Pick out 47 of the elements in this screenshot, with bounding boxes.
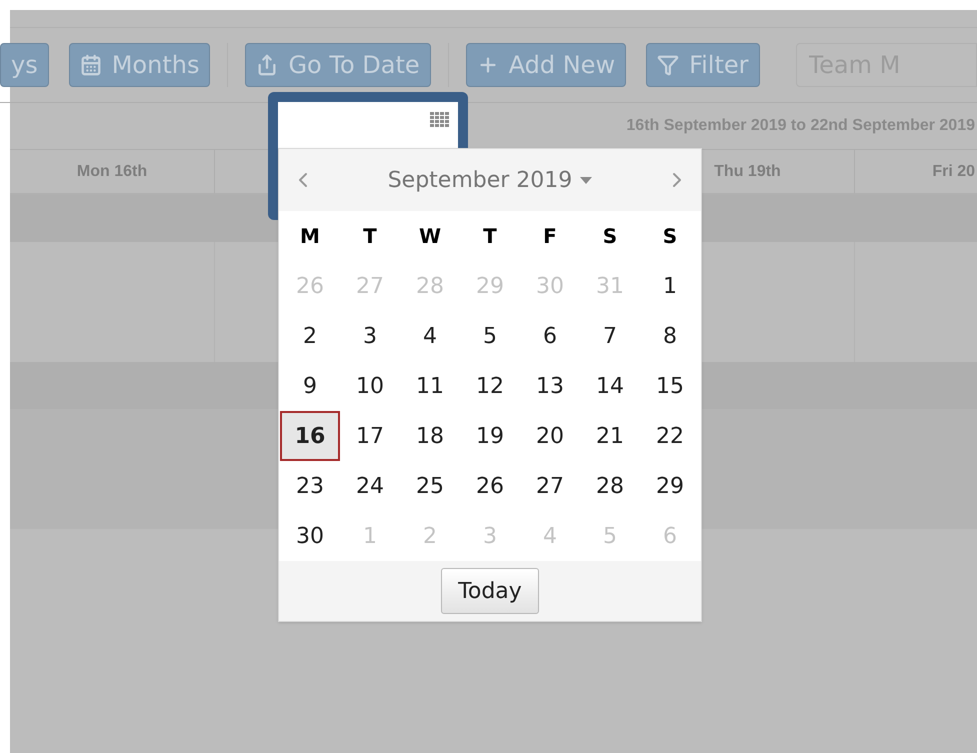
- day-cell[interactable]: 26: [460, 461, 520, 511]
- day-cell[interactable]: 21: [580, 411, 640, 461]
- day-cell[interactable]: 23: [280, 461, 340, 511]
- day-cell[interactable]: 27: [520, 461, 580, 511]
- caret-icon: [580, 176, 592, 184]
- day-cell[interactable]: 24: [340, 461, 400, 511]
- weekday-label: W: [418, 223, 442, 250]
- day-cell[interactable]: 17: [340, 411, 400, 461]
- day-cell[interactable]: 30: [280, 511, 340, 561]
- day-cell[interactable]: 16: [280, 411, 340, 461]
- day-cell[interactable]: 25: [400, 461, 460, 511]
- day-cell[interactable]: 13: [520, 361, 580, 411]
- day-cell[interactable]: 29: [640, 461, 700, 511]
- day-cell[interactable]: 1: [640, 261, 700, 311]
- day-cell[interactable]: 19: [460, 411, 520, 461]
- today-button[interactable]: Today: [441, 568, 539, 614]
- day-cell[interactable]: 7: [580, 311, 640, 361]
- filter-icon: [657, 54, 680, 76]
- day-cell[interactable]: 28: [580, 461, 640, 511]
- weekday-label: T: [362, 223, 378, 250]
- day-cell[interactable]: 11: [400, 361, 460, 411]
- day-cell[interactable]: 5: [460, 311, 520, 361]
- day-column-header: Thu 19th: [714, 162, 781, 182]
- day-cell[interactable]: 22: [640, 411, 700, 461]
- day-cell[interactable]: 10: [340, 361, 400, 411]
- day-cell[interactable]: 2: [280, 311, 340, 361]
- weekday-label: T: [482, 223, 498, 250]
- share-icon: [256, 54, 278, 76]
- day-column-header: Mon 16th: [76, 162, 148, 182]
- day-cell[interactable]: 3: [340, 311, 400, 361]
- day-cell[interactable]: 20: [520, 411, 580, 461]
- day-cell[interactable]: 18: [400, 411, 460, 461]
- date-input[interactable]: [278, 102, 458, 148]
- day-cell[interactable]: 8: [640, 311, 700, 361]
- day-cell[interactable]: 12: [460, 361, 520, 411]
- weekday-label: S: [662, 223, 678, 250]
- weekday-label: S: [602, 223, 618, 250]
- calendar-icon[interactable]: [430, 112, 450, 128]
- day-cell[interactable]: 9: [280, 361, 340, 411]
- day-cell[interactable]: 4: [400, 311, 460, 361]
- day-cell[interactable]: 15: [640, 361, 700, 411]
- day-column-header: Fri 20: [932, 162, 975, 182]
- day-cell[interactable]: 14: [580, 361, 640, 411]
- day-cell[interactable]: 6: [520, 311, 580, 361]
- calendar-icon: [80, 54, 102, 76]
- weekday-label: M: [299, 223, 321, 250]
- weekday-label: F: [542, 223, 558, 250]
